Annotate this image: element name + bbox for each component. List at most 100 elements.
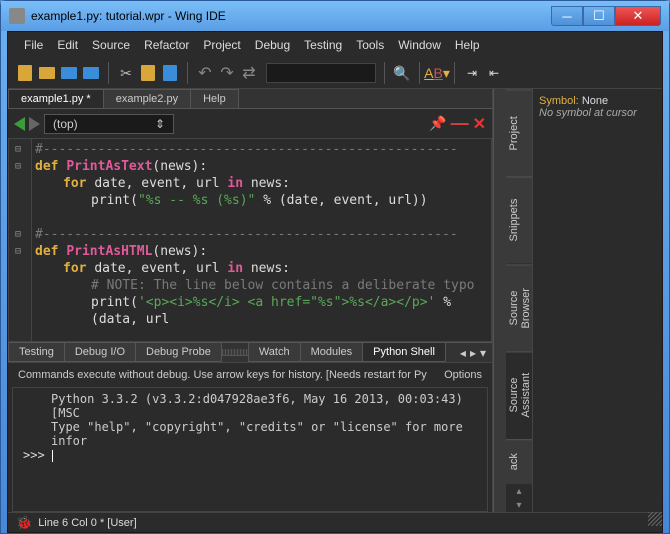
diff-icon[interactable]: ⇄ bbox=[240, 64, 258, 82]
side-scroll-down-icon[interactable]: ▾ bbox=[506, 498, 532, 512]
remove-icon[interactable]: — bbox=[451, 113, 469, 134]
scrollbar[interactable] bbox=[493, 89, 506, 512]
symbol-subtitle: No symbol at cursor bbox=[539, 107, 656, 119]
tab-scroll-left-icon[interactable]: ◂ bbox=[460, 346, 466, 360]
shell-prompt: >>> bbox=[23, 448, 45, 462]
side-tab-source-assistant[interactable]: Source Assistant bbox=[506, 351, 532, 438]
code-comment: # NOTE: The line below contains a delibe… bbox=[91, 278, 475, 293]
fold-marker-icon[interactable]: ⊟ bbox=[15, 226, 21, 243]
nav-forward-icon[interactable] bbox=[29, 117, 40, 131]
code-line: #---------------------------------------… bbox=[35, 142, 458, 157]
code-text: date, event, url bbox=[94, 261, 219, 276]
divider bbox=[187, 62, 188, 84]
shell-line: Type "help", "copyright", "credits" or "… bbox=[23, 420, 477, 448]
menu-debug[interactable]: Debug bbox=[249, 36, 296, 54]
nav-back-icon[interactable] bbox=[14, 117, 25, 131]
close-button[interactable]: ✕ bbox=[615, 6, 661, 26]
shell-info-text: Commands execute without debug. Use arro… bbox=[18, 369, 427, 381]
python-shell-panel: Commands execute without debug. Use arro… bbox=[8, 362, 492, 512]
search-icon[interactable]: 🔍 bbox=[393, 64, 411, 82]
redo-icon[interactable]: ↷ bbox=[218, 64, 236, 82]
tab-debug-probe[interactable]: Debug Probe bbox=[135, 343, 222, 362]
editor-nav-bar: (top) ⇕ 📌 — ✕ bbox=[8, 109, 492, 138]
tab-python-shell[interactable]: Python Shell bbox=[362, 343, 446, 362]
chevron-updown-icon: ⇕ bbox=[155, 117, 165, 131]
shell-output[interactable]: Python 3.3.2 (v3.3.2:d047928ae3f6, May 1… bbox=[12, 387, 488, 512]
editor-tabs: example1.py * example2.py Help bbox=[8, 89, 492, 109]
pin-icon[interactable]: 📌 bbox=[429, 115, 446, 132]
shell-options-link[interactable]: Options bbox=[444, 369, 482, 381]
tab-example2[interactable]: example2.py bbox=[103, 89, 191, 108]
divider bbox=[384, 62, 385, 84]
fold-marker-icon[interactable]: ⊟ bbox=[15, 158, 21, 175]
copy-icon[interactable] bbox=[139, 64, 157, 82]
open-blue2-icon[interactable] bbox=[82, 64, 100, 82]
cut-icon[interactable]: ✂ bbox=[117, 64, 135, 82]
app-icon bbox=[9, 8, 25, 24]
toolbar: ✂ ↶ ↷ ⇄ 🔍 AB▾ ⇥ ⇤ bbox=[8, 58, 662, 89]
shell-line: Python 3.3.2 (v3.3.2:d047928ae3f6, May 1… bbox=[23, 392, 477, 420]
minimize-button[interactable]: ─ bbox=[551, 6, 583, 26]
symbol-value: None bbox=[582, 95, 608, 107]
tab-scroll-right-icon[interactable]: ▸ bbox=[470, 346, 476, 360]
tab-debug-io[interactable]: Debug I/O bbox=[64, 343, 136, 362]
fold-marker-icon[interactable]: ⊟ bbox=[15, 141, 21, 158]
code-text: date, event, url bbox=[94, 176, 219, 191]
open-blue-icon[interactable] bbox=[60, 64, 78, 82]
menu-window[interactable]: Window bbox=[392, 36, 447, 54]
fold-marker-icon[interactable]: ⊟ bbox=[15, 243, 21, 260]
code-text: news: bbox=[251, 261, 290, 276]
code-str: "%s -- %s (%s)" bbox=[138, 193, 255, 208]
source-assistant-panel: Symbol: None No symbol at cursor bbox=[532, 89, 662, 512]
close-tab-icon[interactable]: ✕ bbox=[473, 114, 486, 134]
code-line: #---------------------------------------… bbox=[35, 227, 458, 242]
bug-icon[interactable]: 🐞 bbox=[16, 515, 32, 531]
new-file-icon[interactable] bbox=[16, 64, 34, 82]
indent-right-icon[interactable]: ⇥ bbox=[463, 64, 481, 82]
cursor-icon bbox=[52, 450, 53, 462]
code-editor[interactable]: ⊟ #--------------------------------------… bbox=[8, 138, 492, 342]
menu-file[interactable]: File bbox=[18, 36, 49, 54]
tab-testing[interactable]: Testing bbox=[8, 343, 65, 362]
tab-example1[interactable]: example1.py * bbox=[8, 89, 104, 108]
menu-help[interactable]: Help bbox=[449, 36, 486, 54]
code-fn: PrintAsHTML bbox=[66, 244, 152, 259]
search-input[interactable] bbox=[266, 63, 376, 83]
side-tab-source-browser[interactable]: Source Browser bbox=[506, 264, 532, 351]
scope-selector[interactable]: (top) ⇕ bbox=[44, 114, 174, 134]
scope-label: (top) bbox=[53, 117, 78, 131]
side-tab-snippets[interactable]: Snippets bbox=[506, 176, 532, 263]
bottom-tabs: Testing Debug I/O Debug Probe Watch Modu… bbox=[8, 342, 492, 362]
menu-refactor[interactable]: Refactor bbox=[138, 36, 195, 54]
menu-testing[interactable]: Testing bbox=[298, 36, 348, 54]
tab-menu-icon[interactable]: ▾ bbox=[480, 346, 486, 360]
tab-modules[interactable]: Modules bbox=[300, 343, 364, 362]
maximize-button[interactable]: ☐ bbox=[583, 6, 615, 26]
side-tab-ack[interactable]: ack bbox=[506, 439, 532, 484]
side-scroll-up-icon[interactable]: ▴ bbox=[506, 484, 532, 498]
code-fn: PrintAsText bbox=[66, 159, 152, 174]
menu-tools[interactable]: Tools bbox=[350, 36, 390, 54]
tab-grip[interactable] bbox=[221, 349, 249, 356]
code-kw: in bbox=[227, 261, 243, 276]
indent-left-icon[interactable]: ⇤ bbox=[485, 64, 503, 82]
menu-edit[interactable]: Edit bbox=[51, 36, 84, 54]
code-kw: for bbox=[63, 261, 86, 276]
menu-source[interactable]: Source bbox=[86, 36, 136, 54]
resize-grip-icon[interactable] bbox=[648, 512, 662, 526]
side-tab-project[interactable]: Project bbox=[506, 89, 532, 176]
code-text: (news): bbox=[152, 244, 207, 259]
menu-project[interactable]: Project bbox=[197, 36, 246, 54]
open-yellow-icon[interactable] bbox=[38, 64, 56, 82]
tab-watch[interactable]: Watch bbox=[248, 343, 301, 362]
tab-help[interactable]: Help bbox=[190, 89, 239, 108]
titlebar[interactable]: example1.py: tutorial.wpr - Wing IDE ─ ☐… bbox=[1, 1, 669, 31]
menubar: File Edit Source Refactor Project Debug … bbox=[8, 32, 662, 58]
code-text: news: bbox=[251, 176, 290, 191]
undo-icon[interactable]: ↶ bbox=[196, 64, 214, 82]
syntax-check-icon[interactable]: AB▾ bbox=[428, 64, 446, 82]
divider bbox=[108, 62, 109, 84]
window-title: example1.py: tutorial.wpr - Wing IDE bbox=[31, 9, 551, 23]
paste-icon[interactable] bbox=[161, 64, 179, 82]
code-kw: def bbox=[35, 244, 58, 259]
